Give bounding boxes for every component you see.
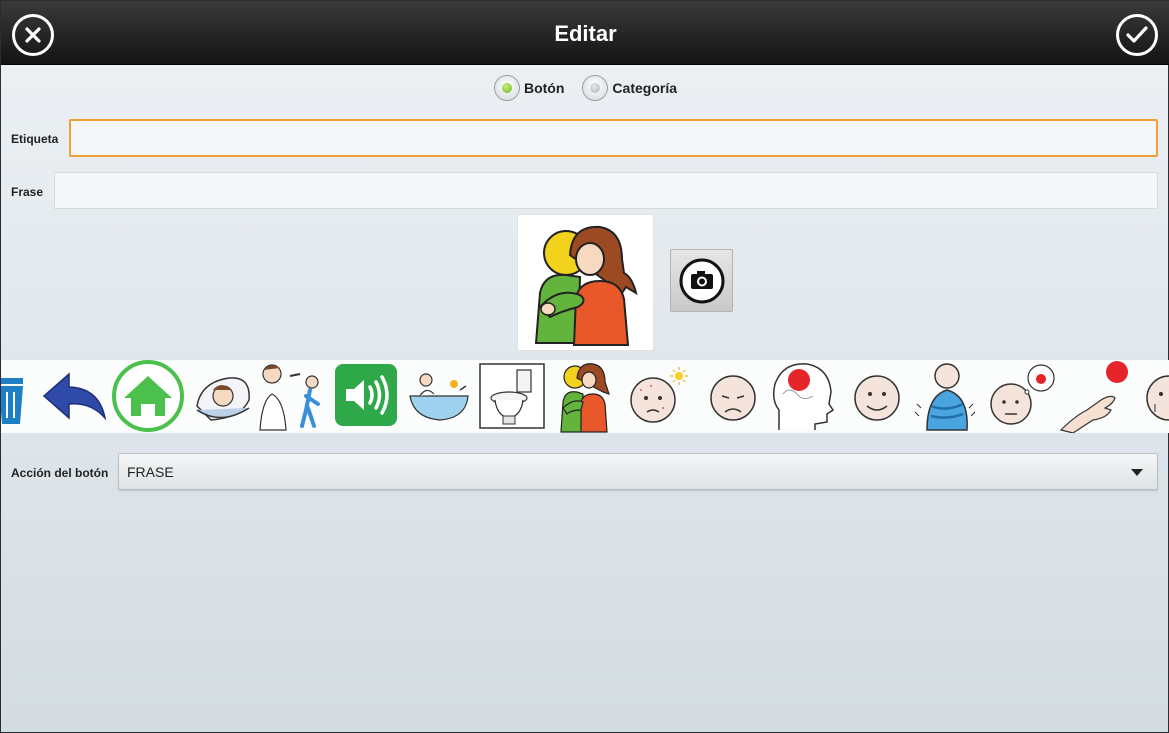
camera-button[interactable] (670, 249, 733, 312)
trash-icon[interactable] (1, 360, 31, 433)
radio-unselected-icon (582, 75, 609, 101)
bath-pictogram[interactable] (406, 360, 472, 433)
radio-boton-label: Botón (523, 80, 565, 96)
dropdown-arrow-icon (1131, 469, 1143, 476)
toilet-pictogram[interactable] (479, 360, 545, 433)
hug-pictogram[interactable] (553, 360, 617, 433)
happy-face-pictogram[interactable] (849, 360, 905, 433)
close-circle-icon (25, 27, 41, 43)
sad-face-pictogram[interactable] (705, 360, 761, 433)
radio-categoria[interactable]: Categoría (582, 75, 677, 101)
title-bar: Editar (1, 1, 1169, 65)
confirm-button[interactable] (1116, 14, 1158, 56)
speaker-icon[interactable] (334, 360, 398, 433)
hand-point-pictogram[interactable] (1059, 360, 1133, 433)
hug-pictogram (534, 225, 638, 346)
type-selector: Botón Categoría (1, 74, 1169, 102)
camera-icon (679, 258, 724, 303)
hot-face-pictogram[interactable] (627, 360, 689, 433)
pictogram-strip[interactable] (1, 360, 1169, 433)
cold-pictogram[interactable] (913, 360, 977, 433)
radio-boton[interactable]: Botón (493, 75, 565, 101)
action-select-value: FRASE (127, 464, 174, 480)
close-button[interactable] (12, 14, 54, 56)
home-icon[interactable] (110, 360, 186, 433)
sleep-pictogram[interactable] (191, 360, 255, 433)
label-input[interactable] (69, 119, 1158, 157)
back-arrow-icon[interactable] (41, 360, 109, 433)
action-field-label: Acción del botón (11, 466, 109, 480)
face-pictogram[interactable] (1141, 360, 1169, 433)
phrase-field-label: Frase (11, 185, 44, 199)
phrase-input[interactable] (54, 172, 1158, 209)
radio-categoria-label: Categoría (612, 80, 677, 96)
radio-selected-icon (493, 75, 520, 101)
hungry-face-pictogram[interactable] (987, 360, 1057, 433)
selected-image[interactable] (517, 214, 654, 351)
headache-pictogram[interactable] (769, 360, 837, 433)
check-circle-icon (1126, 26, 1148, 43)
label-field-label: Etiqueta (11, 132, 59, 146)
wash-pictogram[interactable] (256, 360, 328, 433)
page-title: Editar (554, 21, 617, 46)
edit-screen: Editar Botón Categoría Etiqueta Frase Ac… (0, 0, 1169, 733)
action-select[interactable]: FRASE (118, 453, 1158, 490)
